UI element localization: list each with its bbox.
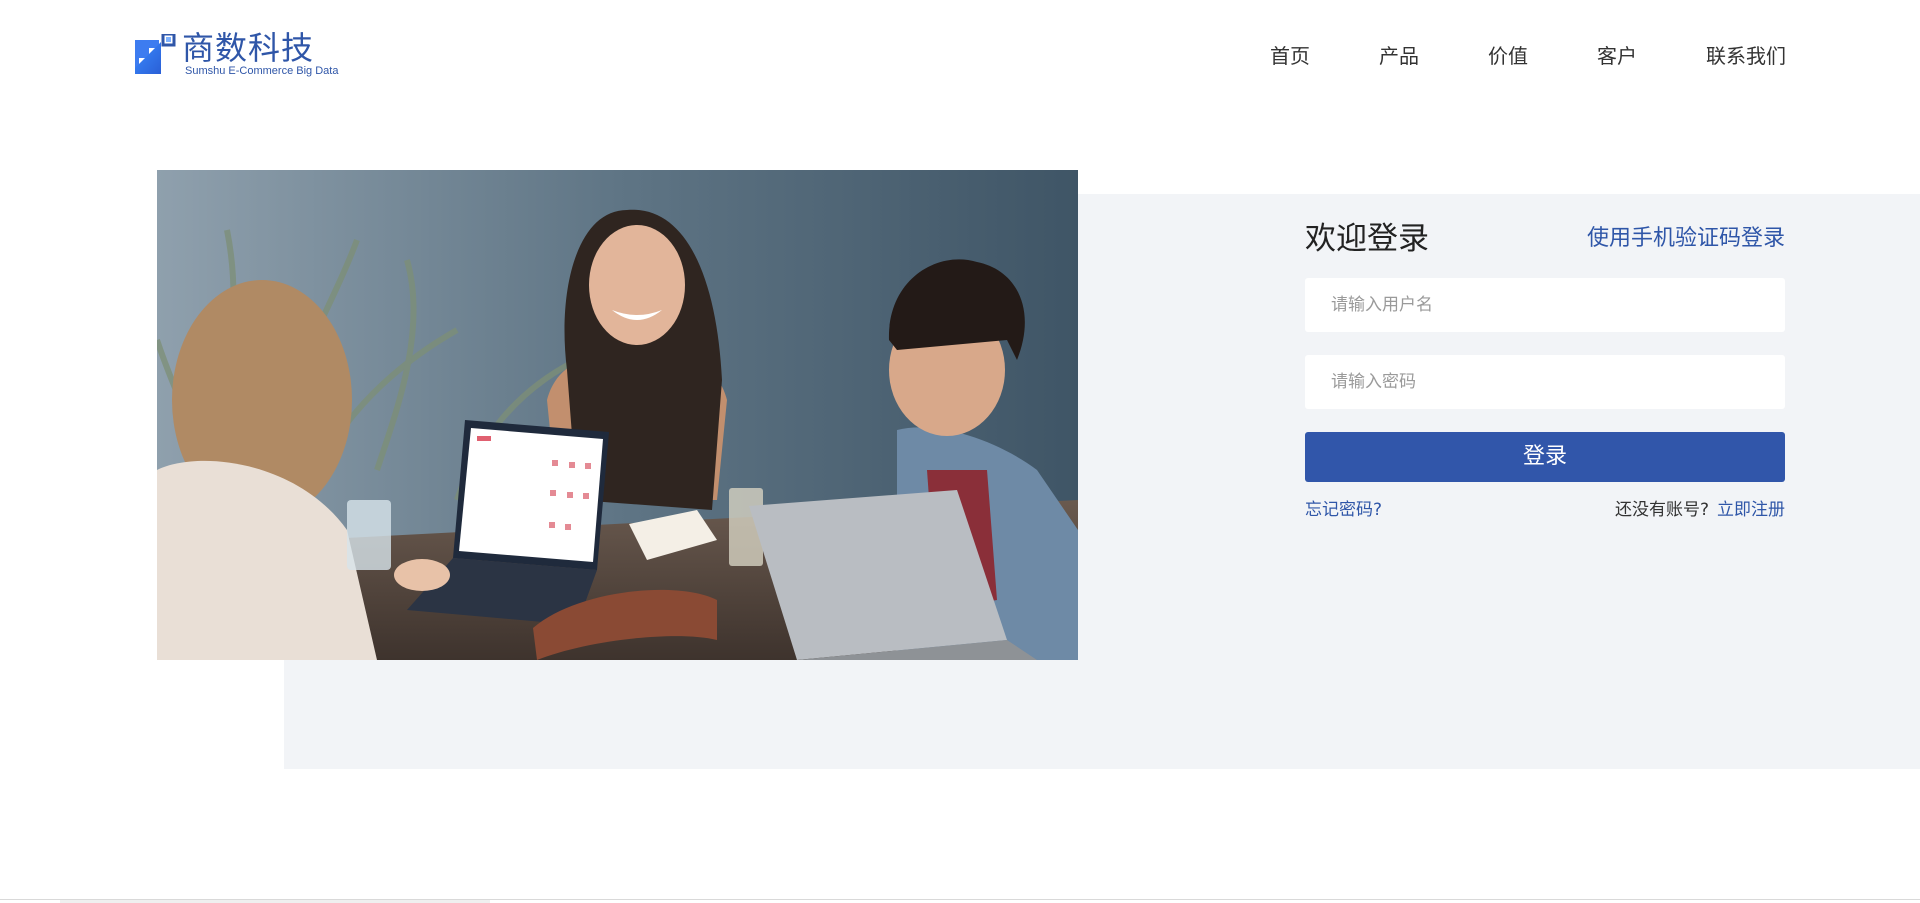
login-links: 忘记密码? 还没有账号? 立即注册 <box>1305 498 1785 522</box>
login-button[interactable]: 登录 <box>1305 432 1785 482</box>
password-input[interactable] <box>1305 355 1785 409</box>
logo-name: 商数科技 <box>182 29 315 67</box>
hero-image <box>157 170 1078 660</box>
logo-icon <box>135 34 176 74</box>
login-page: 商数科技 Sumshu E-Commerce Big Data 首页 产品 价值… <box>0 0 1920 903</box>
username-input[interactable] <box>1305 278 1785 332</box>
nav-item-products[interactable]: 产品 <box>1379 42 1419 70</box>
nav-item-customers[interactable]: 客户 <box>1597 42 1637 70</box>
forgot-password-link[interactable]: 忘记密码? <box>1305 498 1382 522</box>
logo-subtitle: Sumshu E-Commerce Big Data <box>185 65 339 77</box>
no-account-text: 还没有账号? <box>1614 500 1709 520</box>
logo[interactable]: 商数科技 Sumshu E-Commerce Big Data <box>133 30 363 78</box>
register-link[interactable]: 立即注册 <box>1717 500 1785 520</box>
register-prompt: 还没有账号? 立即注册 <box>1615 498 1785 522</box>
login-form: 欢迎登录 使用手机验证码登录 登录 忘记密码? 还没有账号? 立即注册 <box>1305 218 1785 538</box>
nav-item-contact[interactable]: 联系我们 <box>1706 42 1786 70</box>
login-title: 欢迎登录 <box>1305 221 1429 257</box>
phone-code-login-link[interactable]: 使用手机验证码登录 <box>1587 224 1785 254</box>
nav-item-home[interactable]: 首页 <box>1270 42 1310 70</box>
site-header: 商数科技 Sumshu E-Commerce Big Data 首页 产品 价值… <box>0 0 1920 110</box>
nav-item-value[interactable]: 价值 <box>1488 42 1528 70</box>
